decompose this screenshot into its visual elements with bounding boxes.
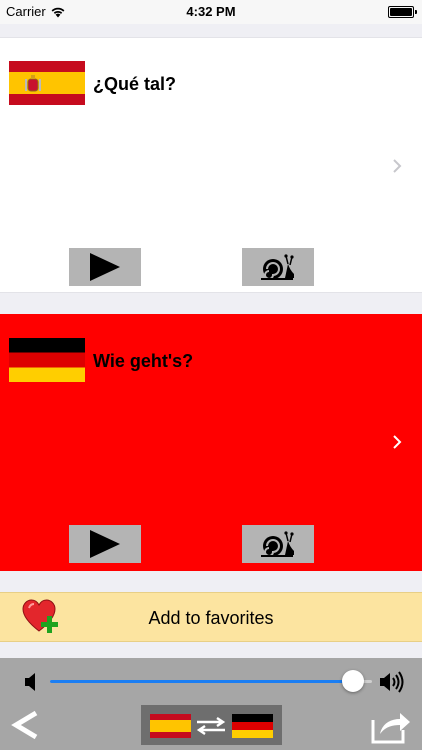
play-icon <box>90 530 120 558</box>
target-phrase-text: Wie geht's? <box>93 351 194 371</box>
favorites-label: Add to favorites <box>148 608 274 628</box>
swap-languages-button[interactable] <box>141 705 282 745</box>
slow-play-source-button[interactable] <box>242 248 314 286</box>
chevron-right-icon[interactable] <box>392 158 402 174</box>
volume-slider-fill <box>50 680 353 683</box>
spain-flag <box>9 61 85 105</box>
status-time: 4:32 PM <box>186 4 236 19</box>
volume-slider[interactable] <box>50 670 372 692</box>
target-phrase-card[interactable]: Wie geht's? <box>0 314 422 571</box>
swap-arrows-icon <box>196 717 226 735</box>
play-target-button[interactable] <box>69 525 141 563</box>
volume-high-icon <box>380 671 404 693</box>
back-button[interactable] <box>8 706 44 744</box>
snail-icon <box>261 254 294 280</box>
germany-flag <box>9 338 85 382</box>
play-source-button[interactable] <box>69 248 141 286</box>
coat-of-arms-icon <box>25 75 41 92</box>
add-to-favorites-button[interactable]: Add to favorites <box>0 592 422 642</box>
battery-icon <box>388 6 417 18</box>
share-icon[interactable] <box>370 708 412 744</box>
status-bar: Carrier 4:32 PM <box>0 0 422 24</box>
source-phrase-card[interactable]: ¿Qué tal? <box>0 37 422 293</box>
slow-play-target-button[interactable] <box>242 525 314 563</box>
play-icon <box>90 253 120 281</box>
bottom-toolbar <box>0 658 422 750</box>
germany-flag <box>232 714 273 738</box>
source-phrase-text: ¿Qué tal? <box>93 74 177 94</box>
spain-flag <box>150 714 191 738</box>
snail-icon <box>261 531 294 557</box>
chevron-right-icon[interactable] <box>392 434 402 450</box>
volume-slider-thumb[interactable] <box>341 670 364 692</box>
volume-low-icon <box>25 673 35 691</box>
